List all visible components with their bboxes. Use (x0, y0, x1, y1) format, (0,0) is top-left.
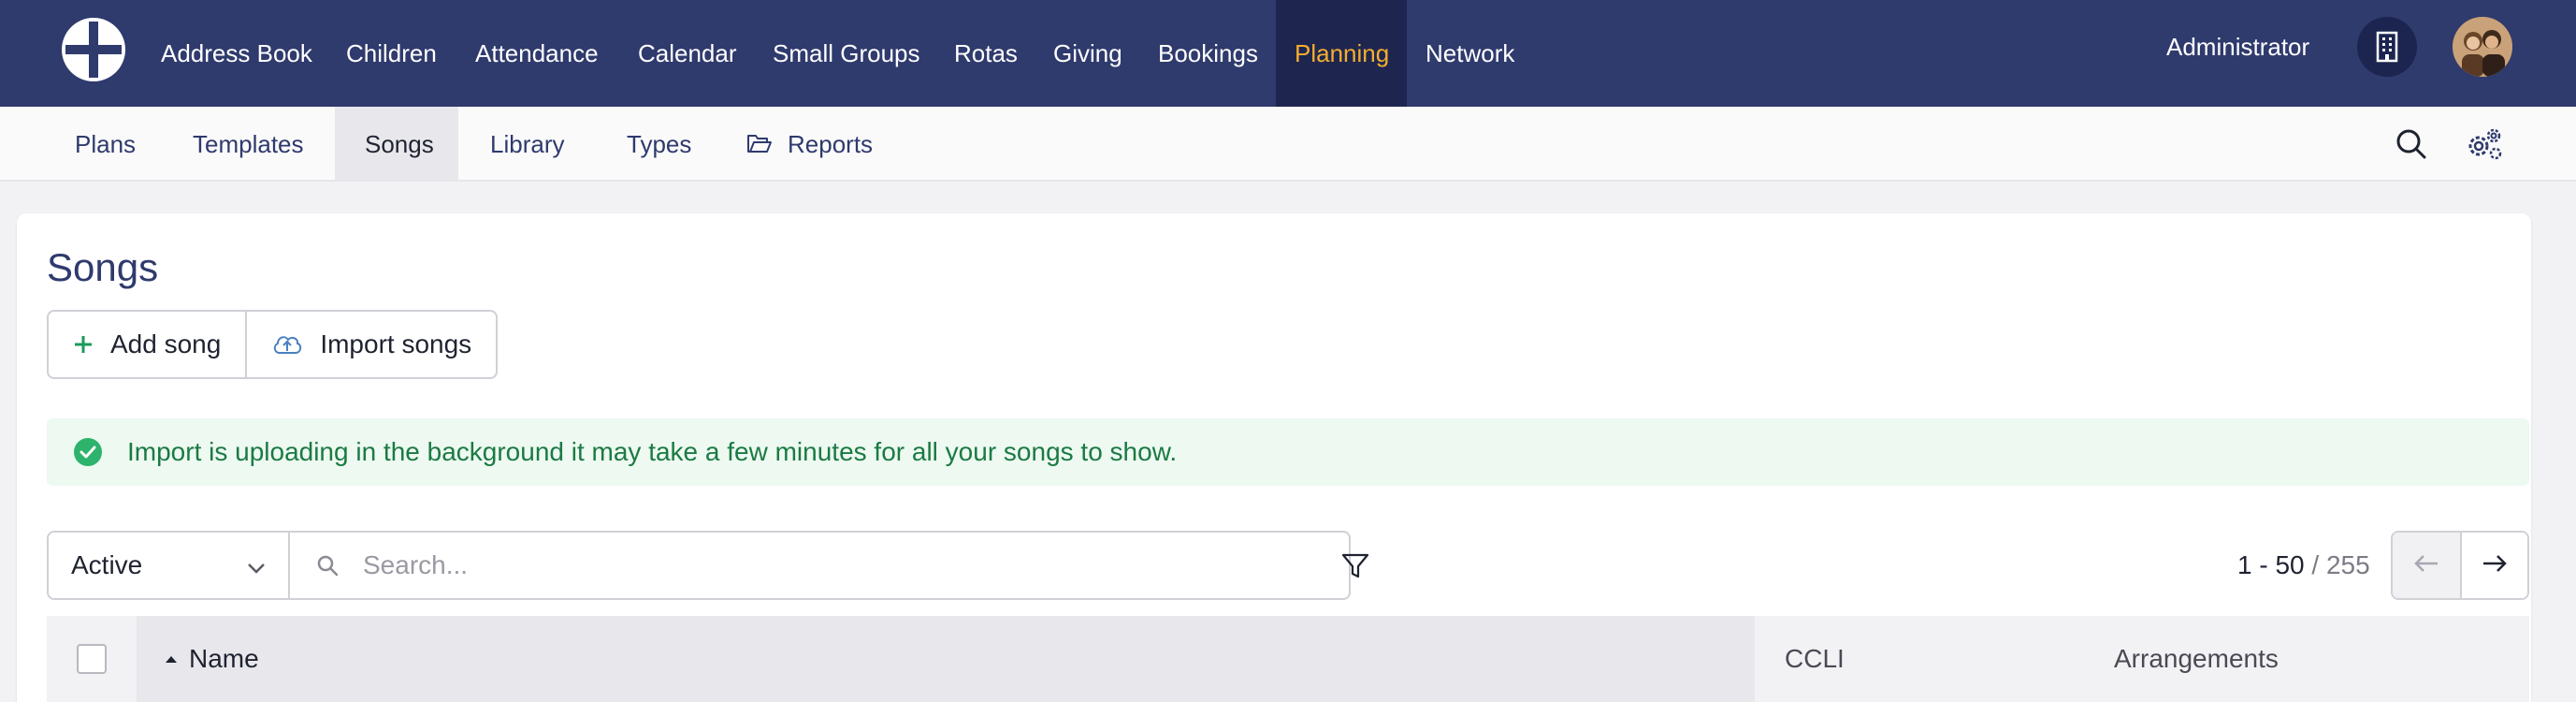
pagination-range: 1 - 50 (2237, 550, 2305, 579)
subnav-types[interactable]: Types (597, 107, 721, 182)
nav-giving[interactable]: Giving (1035, 0, 1141, 107)
nav-planning[interactable]: Planning (1276, 0, 1407, 107)
top-navigation-bar: Address Book Children Attendance Calenda… (0, 0, 2576, 107)
subnav-reports[interactable]: Reports (716, 107, 903, 182)
alert-message: Import is uploading in the background it… (127, 437, 1178, 466)
add-song-label: Add song (110, 329, 222, 358)
search-icon (316, 554, 339, 577)
search-field[interactable] (290, 531, 1351, 600)
select-all-checkbox[interactable] (77, 644, 107, 674)
subnav-songs[interactable]: Songs (335, 107, 458, 182)
cloud-upload-icon (271, 332, 303, 357)
user-avatar[interactable] (2453, 17, 2512, 77)
filter-icon[interactable] (1339, 550, 1371, 582)
filter-row: Active (47, 531, 1351, 600)
previous-page-button[interactable] (2393, 533, 2460, 598)
search-icon[interactable] (2393, 125, 2430, 163)
column-header-arrangements[interactable]: Arrangements (2114, 616, 2279, 702)
songs-table-header: Name CCLI Arrangements (47, 616, 2529, 702)
nav-rotas[interactable]: Rotas (935, 0, 1036, 107)
nav-attendance[interactable]: Attendance (456, 0, 617, 107)
add-song-button[interactable]: Add song (49, 312, 245, 377)
next-page-button[interactable] (2460, 533, 2527, 598)
pagination-summary: 1 - 50 / 255 (2237, 531, 2370, 600)
pagination-controls (2391, 531, 2529, 600)
nav-calendar[interactable]: Calendar (619, 0, 756, 107)
subnav-templates[interactable]: Templates (163, 107, 334, 182)
chevron-down-icon (247, 550, 266, 580)
user-name[interactable]: Administrator (2166, 0, 2309, 94)
column-header-ccli[interactable]: CCLI (1755, 616, 2114, 702)
arrow-right-icon (2482, 553, 2508, 578)
search-input[interactable] (363, 550, 1298, 580)
subnav-plans[interactable]: Plans (45, 107, 166, 182)
arrow-left-icon (2413, 553, 2439, 578)
subnav-library[interactable]: Library (460, 107, 594, 182)
select-all-cell (47, 616, 137, 702)
import-songs-button[interactable]: Import songs (245, 312, 496, 377)
status-select-value: Active (71, 550, 143, 579)
plus-icon (73, 334, 94, 355)
nav-bookings[interactable]: Bookings (1139, 0, 1277, 107)
song-actions-group: Add song Import songs (47, 310, 499, 379)
settings-gears-icon[interactable] (2466, 125, 2503, 163)
pagination-total: / 255 (2311, 550, 2370, 579)
app-logo-icon[interactable] (62, 18, 125, 81)
import-songs-label: Import songs (320, 329, 472, 358)
nav-small-groups[interactable]: Small Groups (754, 0, 939, 107)
sort-ascending-icon (165, 654, 178, 664)
check-circle-icon (73, 437, 103, 467)
subnav-reports-label: Reports (788, 129, 874, 158)
column-header-name-label: Name (189, 644, 259, 673)
folder-open-icon (746, 134, 773, 154)
import-status-alert: Import is uploading in the background it… (47, 418, 2529, 486)
sub-navigation-bar: Plans Templates Songs Library Types Repo… (0, 107, 2576, 182)
nav-network[interactable]: Network (1407, 0, 1533, 107)
nav-address-book[interactable]: Address Book (142, 0, 331, 107)
column-header-name[interactable]: Name (137, 616, 1755, 702)
nav-children[interactable]: Children (327, 0, 456, 107)
status-select[interactable]: Active (47, 531, 290, 600)
page-title: Songs (47, 245, 159, 289)
building-icon[interactable] (2357, 17, 2417, 77)
